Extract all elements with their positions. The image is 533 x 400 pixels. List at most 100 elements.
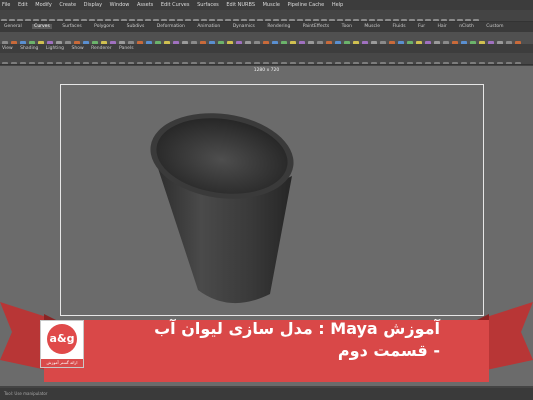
paneltools-tool-icon[interactable] [299, 62, 305, 64]
paneltools-tool-icon[interactable] [227, 62, 233, 64]
shelf-tab-ncloth[interactable]: nCloth [457, 24, 476, 29]
shelf-tab-curves[interactable]: Curves [32, 24, 52, 29]
paneltools-tool-icon[interactable] [191, 62, 197, 64]
paneltools-tool-icon[interactable] [317, 62, 323, 64]
shelf-tab-animation[interactable]: Animation [195, 24, 222, 29]
paneltools-tool-icon[interactable] [245, 62, 251, 64]
paneltools-tool-icon[interactable] [38, 62, 44, 64]
paneltools-tool-icon[interactable] [452, 62, 458, 64]
paneltools-tool-icon[interactable] [92, 62, 98, 64]
paneltools-tool-icon[interactable] [416, 62, 422, 64]
paneltools-tool-icon[interactable] [110, 62, 116, 64]
paneltools-tool-icon[interactable] [398, 62, 404, 64]
shelf-tab-fluids[interactable]: Fluids [390, 24, 407, 29]
menu-window[interactable]: Window [110, 2, 130, 8]
paneltools-tool-icon[interactable] [371, 62, 377, 64]
shelf-tab-polygons[interactable]: Polygons [92, 24, 116, 29]
paneltools-tool-icon[interactable] [146, 62, 152, 64]
paneltools-tool-icon[interactable] [263, 62, 269, 64]
shelf-tab-deformation[interactable]: Deformation [155, 24, 187, 29]
panel-toolbar [0, 53, 533, 65]
paneltools-tool-icon[interactable] [56, 62, 62, 64]
paneltools-tool-icon[interactable] [182, 62, 188, 64]
menu-surfaces[interactable]: Surfaces [197, 2, 219, 8]
paneltools-tool-icon[interactable] [236, 62, 242, 64]
banner-subtitle-line: - قسمت دوم [337, 341, 440, 360]
paneltools-tool-icon[interactable] [488, 62, 494, 64]
paneltools-tool-icon[interactable] [74, 62, 80, 64]
menu-display[interactable]: Display [84, 2, 102, 8]
paneltools-tool-icon[interactable] [407, 62, 413, 64]
paneltools-tool-icon[interactable] [164, 62, 170, 64]
paneltools-tool-icon[interactable] [425, 62, 431, 64]
paneltools-tool-icon[interactable] [362, 62, 368, 64]
paneltools-tool-icon[interactable] [461, 62, 467, 64]
menu-edit[interactable]: Edit [18, 2, 28, 8]
menu-assets[interactable]: Assets [137, 2, 153, 8]
paneltools-tool-icon[interactable] [254, 62, 260, 64]
paneltools-tool-icon[interactable] [434, 62, 440, 64]
shelf-tab-dynamics[interactable]: Dynamics [231, 24, 257, 29]
menu-help[interactable]: Help [332, 2, 343, 8]
paneltools-tool-icon[interactable] [497, 62, 503, 64]
paneltools-tool-icon[interactable] [353, 62, 359, 64]
paneltools-tool-icon[interactable] [470, 62, 476, 64]
panel-menu-renderer[interactable]: Renderer [91, 46, 112, 51]
paneltools-tool-icon[interactable] [380, 62, 386, 64]
shelf-tab-painteffects[interactable]: PaintEffects [301, 24, 331, 29]
paneltools-tool-icon[interactable] [389, 62, 395, 64]
panel-menu-view[interactable]: View [2, 46, 13, 51]
status-line [0, 10, 533, 22]
paneltools-tool-icon[interactable] [2, 62, 8, 64]
paneltools-tool-icon[interactable] [326, 62, 332, 64]
shelf-tab-toon[interactable]: Toon [340, 24, 354, 29]
shelf-tab-muscle[interactable]: Muscle [362, 24, 382, 29]
paneltools-tool-icon[interactable] [155, 62, 161, 64]
shelf-tab-fur[interactable]: Fur [416, 24, 427, 29]
paneltools-tool-icon[interactable] [290, 62, 296, 64]
shelf-tab-custom[interactable]: Custom [484, 24, 505, 29]
paneltools-tool-icon[interactable] [506, 62, 512, 64]
logo-mark: a&g [47, 324, 77, 354]
shelf-tab-hair[interactable]: Hair [436, 24, 449, 29]
menu-pipeline-cache[interactable]: Pipeline Cache [288, 2, 325, 8]
paneltools-tool-icon[interactable] [101, 62, 107, 64]
paneltools-tool-icon[interactable] [344, 62, 350, 64]
paneltools-tool-icon[interactable] [65, 62, 71, 64]
menu-edit-curves[interactable]: Edit Curves [161, 2, 190, 8]
paneltools-tool-icon[interactable] [479, 62, 485, 64]
shelf-tab-subdivs[interactable]: Subdivs [125, 24, 147, 29]
paneltools-tool-icon[interactable] [20, 62, 26, 64]
menu-create[interactable]: Create [59, 2, 76, 8]
shelf-tab-surfaces[interactable]: Surfaces [60, 24, 84, 29]
paneltools-tool-icon[interactable] [209, 62, 215, 64]
paneltools-tool-icon[interactable] [272, 62, 278, 64]
menu-muscle[interactable]: Muscle [263, 2, 280, 8]
banner-title: آموزش Maya : مدل سازی لیوان آب - قسمت دو… [110, 318, 440, 362]
panel-menu-lighting[interactable]: Lighting [46, 46, 64, 51]
paneltools-tool-icon[interactable] [83, 62, 89, 64]
paneltools-tool-icon[interactable] [119, 62, 125, 64]
panel-menu-shading[interactable]: Shading [20, 46, 38, 51]
menu-edit-nurbs[interactable]: Edit NURBS [226, 2, 255, 8]
menu-file[interactable]: File [2, 2, 10, 8]
paneltools-tool-icon[interactable] [137, 62, 143, 64]
paneltools-tool-icon[interactable] [443, 62, 449, 64]
paneltools-tool-icon[interactable] [11, 62, 17, 64]
menu-modify[interactable]: Modify [35, 2, 52, 8]
paneltools-tool-icon[interactable] [128, 62, 134, 64]
panel-menu-show[interactable]: Show [71, 46, 83, 51]
paneltools-tool-icon[interactable] [47, 62, 53, 64]
paneltools-tool-icon[interactable] [281, 62, 287, 64]
logo-caption: ارائه گستر آموزش [41, 359, 83, 367]
panel-menu-panels[interactable]: Panels [119, 46, 133, 51]
paneltools-tool-icon[interactable] [515, 62, 521, 64]
shelf-tab-general[interactable]: General [2, 24, 24, 29]
paneltools-tool-icon[interactable] [173, 62, 179, 64]
paneltools-tool-icon[interactable] [335, 62, 341, 64]
paneltools-tool-icon[interactable] [308, 62, 314, 64]
paneltools-tool-icon[interactable] [218, 62, 224, 64]
paneltools-tool-icon[interactable] [200, 62, 206, 64]
paneltools-tool-icon[interactable] [29, 62, 35, 64]
shelf-tab-rendering[interactable]: Rendering [265, 24, 292, 29]
